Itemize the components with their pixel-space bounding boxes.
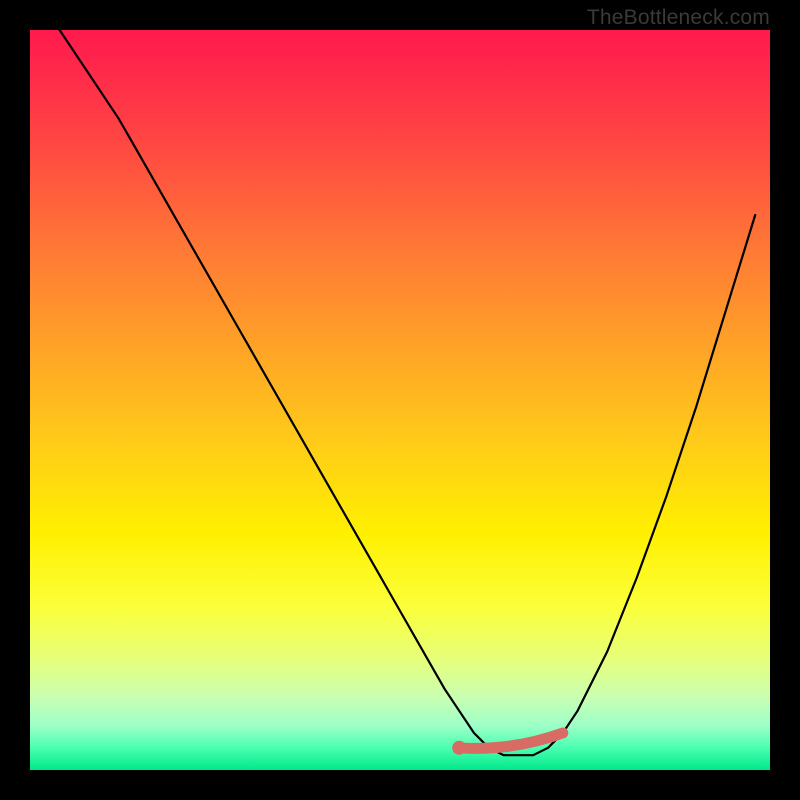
watermark-text: TheBottleneck.com bbox=[587, 6, 770, 30]
chart-overlay bbox=[30, 30, 770, 770]
bottleneck-curve bbox=[60, 30, 756, 755]
optimal-dot bbox=[452, 741, 466, 755]
optimal-range-line bbox=[459, 733, 563, 748]
chart-stage: TheBottleneck.com bbox=[0, 0, 800, 800]
